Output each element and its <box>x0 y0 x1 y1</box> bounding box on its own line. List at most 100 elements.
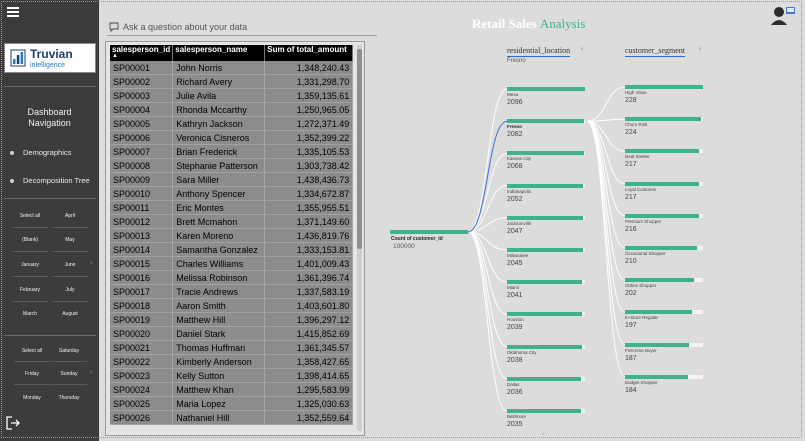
segment-node[interactable]: Deal Seeker 217 <box>625 149 705 169</box>
slicer-month-february[interactable]: February <box>12 287 48 293</box>
table-row[interactable]: SP00008 Stephanie Patterson 1,303,738.42 <box>110 158 354 173</box>
slicer-month-july[interactable]: July <box>52 287 88 293</box>
segment-node[interactable]: Churn Risk 224 <box>625 117 705 137</box>
table-row[interactable]: SP00009 Sara Miller 1,438,436.73 <box>110 172 354 187</box>
slicer-month-august[interactable]: August <box>52 311 88 317</box>
brand-name: Truvian <box>30 47 73 61</box>
table-row[interactable]: SP00015 Charles Williams 1,401,009.43 <box>110 256 354 271</box>
nav-decomposition-tree[interactable]: Decomposition Tree <box>10 176 90 185</box>
location-node[interactable]: Mesa 2096 <box>507 87 587 107</box>
slicer-month-may[interactable]: May <box>52 237 88 243</box>
table-row[interactable]: SP00001 John Norris 1,348,240.43 <box>110 61 354 75</box>
close-icon[interactable]: × <box>698 47 702 53</box>
hamburger-menu-icon[interactable] <box>7 7 19 17</box>
table-row[interactable]: SP00021 Thomas Huffman 1,361,345.57 <box>110 340 354 355</box>
table-row[interactable]: SP00002 Richard Avery 1,331,298.70 <box>110 74 354 89</box>
table-row[interactable]: SP00007 Brian Frederick 1,335,105.53 <box>110 144 354 159</box>
chevron-right-icon[interactable]: › <box>90 260 92 267</box>
table-scrollbar[interactable] <box>357 45 362 431</box>
nav-label: Decomposition Tree <box>23 176 90 185</box>
table-row[interactable]: SP00012 Brett Mcmahon 1,371,149.60 <box>110 214 354 229</box>
slicer-day-thursday[interactable]: Thursday <box>51 395 87 401</box>
nav-demographics[interactable]: Demographics <box>10 148 71 157</box>
node-bar-fill <box>507 376 582 381</box>
table-row[interactable]: SP00022 Kimberly Anderson 1,358,427.65 <box>110 354 354 369</box>
tree-connector <box>467 231 508 348</box>
table-row[interactable]: SP00013 Karen Moreno 1,436,819.76 <box>110 228 354 243</box>
node-bar-fill <box>625 246 697 250</box>
table-row[interactable]: SP00024 Matthew Khan 1,295,583.99 <box>110 382 354 397</box>
slicer-day-friday[interactable]: Friday <box>14 371 50 377</box>
divider <box>4 86 96 87</box>
qa-question-input[interactable] <box>123 20 373 34</box>
close-icon[interactable]: × <box>580 47 584 53</box>
segment-node[interactable]: First-time Buyer 187 <box>625 342 705 363</box>
location-node[interactable]: Fresno 2082 <box>507 119 587 139</box>
table-row[interactable]: SP00005 Kathryn Jackson 1,272,371.49 <box>110 116 354 131</box>
slicer-month-blank[interactable]: (Blank) <box>12 237 48 243</box>
slicer-month-select-all[interactable]: Select all <box>12 213 48 219</box>
table-row[interactable]: SP00014 Samantha Gonzalez 1,333,153.81 <box>110 242 354 257</box>
location-node[interactable]: Miami 2041 <box>507 280 587 300</box>
location-node[interactable]: Houston 2039 <box>507 312 587 332</box>
column-header-salesperson-name[interactable]: salesperson_name <box>172 45 266 61</box>
segment-node[interactable]: Loyal Customer 217 <box>625 181 705 202</box>
table-row[interactable]: SP00011 Eric Montes 1,355,955.51 <box>110 200 354 215</box>
tree-root-bar[interactable] <box>390 230 468 234</box>
table-row[interactable]: SP00017 Tracie Andrews 1,337,583.19 <box>110 284 354 299</box>
node-value: 2068 <box>507 163 523 171</box>
table-row[interactable]: SP00006 Veronica Cisneros 1,352,399.22 <box>110 130 354 145</box>
node-bar-track <box>507 409 585 413</box>
slicer-month-march[interactable]: March <box>12 311 48 317</box>
cell-total-amount: 1,358,427.65 <box>264 354 354 369</box>
cell-salesperson-name: Samantha Gonzalez <box>172 242 266 257</box>
tree-connector <box>586 120 626 346</box>
tree-connector <box>467 231 508 380</box>
slicer-month-january[interactable]: January <box>12 262 48 268</box>
table-row[interactable]: SP00023 Kelly Sutton 1,398,414.65 <box>110 368 354 383</box>
segment-node[interactable]: Occasional Shopper 210 <box>625 246 705 266</box>
scrollbar-thumb[interactable] <box>357 49 362 249</box>
slicer-month-june[interactable]: June <box>52 262 88 268</box>
node-bar-track <box>507 248 585 252</box>
location-node[interactable]: Baltimore 2035 <box>507 409 587 429</box>
cell-salesperson-name: Matthew Hill <box>172 312 266 327</box>
table-row[interactable]: SP00010 Anthony Spencer 1,334,672.87 <box>110 186 354 201</box>
tree-level-header-residential-location[interactable]: residential_location <box>507 46 571 57</box>
report-title: Retail Sales Analysis <box>472 16 585 32</box>
exit-icon[interactable] <box>6 416 20 430</box>
cell-total-amount: 1,325,030.63 <box>264 396 354 411</box>
column-header-salesperson-id[interactable]: salesperson_id ▲ <box>110 45 174 61</box>
slicer-day-sunday[interactable]: Sunday <box>51 371 87 377</box>
segment-node[interactable]: Online Shopper 202 <box>625 278 705 298</box>
table-row[interactable]: SP00025 Maria Lopez 1,325,030.63 <box>110 396 354 411</box>
slicer-day-saturday[interactable]: Saturday <box>51 348 87 354</box>
column-header-total-amount[interactable]: Sum of total_amount <box>264 45 354 61</box>
segment-node[interactable]: Budget Shopper 184 <box>625 374 705 395</box>
table-row[interactable]: SP00019 Matthew Hill 1,396,297.12 <box>110 312 354 327</box>
segment-node[interactable]: High Value 228 <box>625 85 705 105</box>
location-node[interactable]: Oklahoma City 2038 <box>507 344 587 365</box>
table-row[interactable]: SP00026 Nathaniel Hill 1,352,559.64 <box>110 410 354 425</box>
segment-node[interactable]: Premium Shopper 216 <box>625 213 705 234</box>
location-node[interactable]: Indianapolis 2052 <box>507 183 587 204</box>
location-node[interactable]: Milwaukee 2045 <box>507 248 587 268</box>
segment-node[interactable]: In-Store Regular 197 <box>625 310 705 330</box>
table-row[interactable]: SP00004 Rhonda Mccarthy 1,250,965.05 <box>110 102 354 117</box>
location-node[interactable]: Jacksonville 2047 <box>507 215 587 236</box>
slicer-month-april[interactable]: April <box>52 213 88 219</box>
slicer-day-monday[interactable]: Monday <box>14 395 50 401</box>
table-row[interactable]: SP00016 Melissa Robinson 1,361,396.74 <box>110 270 354 285</box>
divider <box>12 251 48 252</box>
tree-level-header-customer-segment[interactable]: customer_segment <box>625 46 685 57</box>
node-value: 202 <box>625 290 637 298</box>
location-node[interactable]: Kansas City 2068 <box>507 151 587 171</box>
chevron-down-icon[interactable]: ⌄ <box>540 429 546 437</box>
location-node[interactable]: Dallas 2036 <box>507 376 587 397</box>
table-row[interactable]: SP00020 Daniel Stark 1,415,852.69 <box>110 326 354 341</box>
table-row[interactable]: SP00018 Aaron Smith 1,403,601.80 <box>110 298 354 313</box>
user-profile-icon[interactable] <box>769 4 797 26</box>
slicer-day-select-all[interactable]: Select all <box>14 348 50 354</box>
chevron-right-icon[interactable]: › <box>90 369 92 376</box>
table-row[interactable]: SP00003 Julie Avila 1,359,135.61 <box>110 88 354 103</box>
